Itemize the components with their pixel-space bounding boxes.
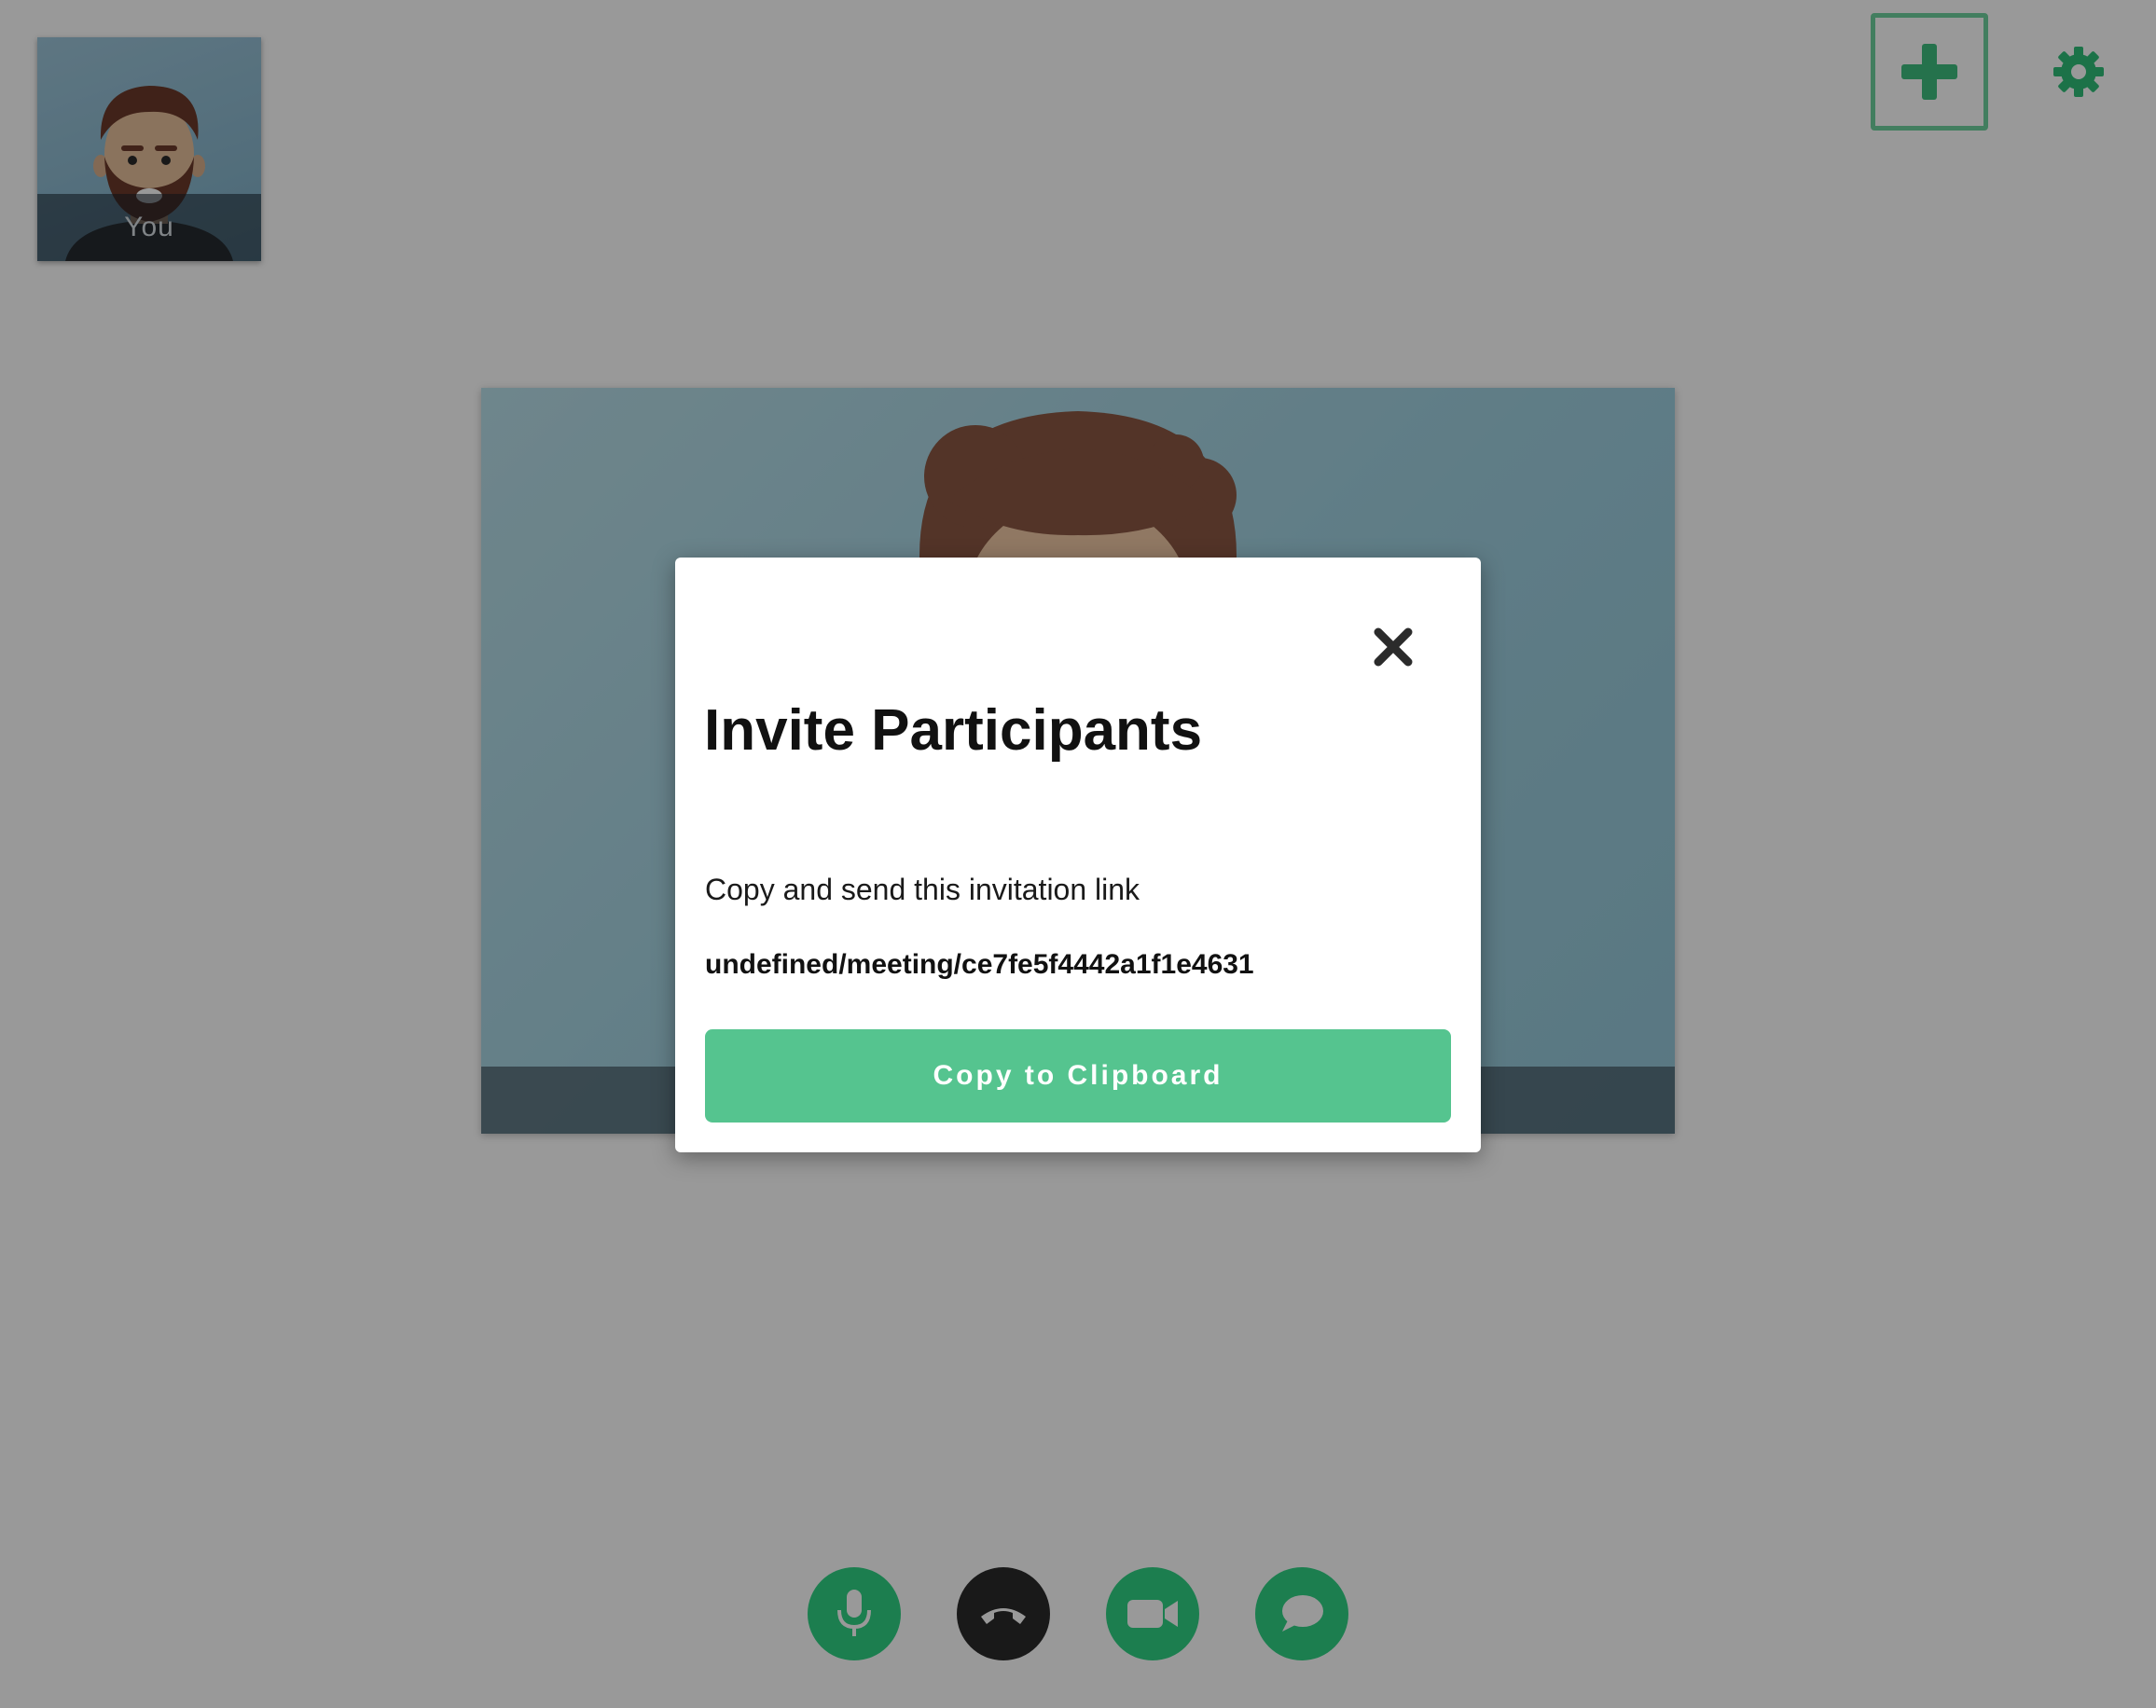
invite-participants-modal: Invite Participants Copy and send this i…	[675, 558, 1481, 1152]
copy-to-clipboard-button[interactable]: Copy to Clipboard	[705, 1029, 1451, 1123]
invitation-link[interactable]: undefined/meeting/ce7fe5f4442a1f1e4631	[705, 949, 1254, 981]
modal-title: Invite Participants	[704, 698, 1203, 763]
video-call-screen: You Invite Participants Copy and send th…	[0, 0, 2156, 1708]
close-icon	[1374, 627, 1413, 667]
close-button[interactable]	[1371, 625, 1416, 669]
modal-description: Copy and send this invitation link	[705, 873, 1140, 906]
